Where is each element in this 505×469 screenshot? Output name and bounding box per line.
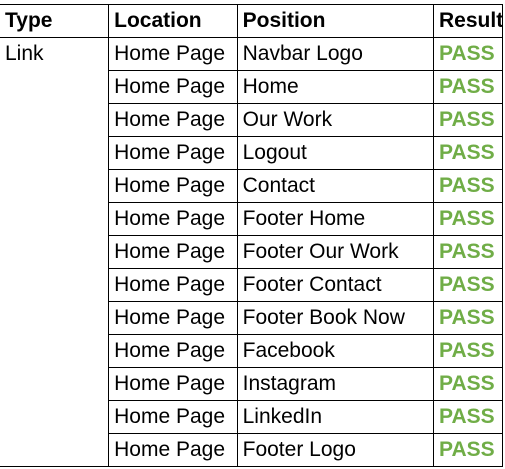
cell-type <box>0 136 110 170</box>
cell-type <box>0 268 110 302</box>
cell-location: Home Page <box>108 268 238 302</box>
cell-position: Facebook <box>237 334 435 368</box>
cell-location: Home Page <box>108 400 238 434</box>
table-row: Home Page Logout PASS <box>0 136 503 170</box>
cell-result: PASS <box>433 301 503 335</box>
cell-location: Home Page <box>108 136 238 170</box>
cell-location: Home Page <box>108 103 238 137</box>
header-row: Type Location Position Result <box>0 4 503 38</box>
cell-location: Home Page <box>108 202 238 236</box>
cell-position: Logout <box>237 136 435 170</box>
table-row: Home Page Footer Home PASS <box>0 202 503 236</box>
table-row: Home Page Footer Logo PASS <box>0 433 503 467</box>
cell-type <box>0 235 110 269</box>
cell-location: Home Page <box>108 169 238 203</box>
cell-result: PASS <box>433 268 503 302</box>
table-row: Home Page LinkedIn PASS <box>0 400 503 434</box>
table-row: Home Page Footer Our Work PASS <box>0 235 503 269</box>
table-row: Home Page Instagram PASS <box>0 367 503 401</box>
cell-position: Navbar Logo <box>237 37 435 71</box>
cell-position: LinkedIn <box>237 400 435 434</box>
cell-type: Link <box>0 37 110 71</box>
cell-result: PASS <box>433 202 503 236</box>
cell-result: PASS <box>433 400 503 434</box>
cell-position: Footer Home <box>237 202 435 236</box>
cell-position: Footer Our Work <box>237 235 435 269</box>
cell-result: PASS <box>433 235 503 269</box>
cell-position: Home <box>237 70 435 104</box>
cell-location: Home Page <box>108 301 238 335</box>
cell-location: Home Page <box>108 70 238 104</box>
table-row: Home Page Facebook PASS <box>0 334 503 368</box>
cell-result: PASS <box>433 433 503 467</box>
cell-type <box>0 103 110 137</box>
cell-location: Home Page <box>108 235 238 269</box>
cell-type <box>0 301 110 335</box>
table-row: Home Page Home PASS <box>0 70 503 104</box>
cell-type <box>0 367 110 401</box>
cell-location: Home Page <box>108 334 238 368</box>
header-position: Position <box>237 4 435 38</box>
cell-location: Home Page <box>108 367 238 401</box>
cell-type <box>0 169 110 203</box>
table-row: Link Home Page Navbar Logo PASS <box>0 37 503 71</box>
cell-result: PASS <box>433 367 503 401</box>
table-row: Home Page Contact PASS <box>0 169 503 203</box>
cell-position: Footer Book Now <box>237 301 435 335</box>
cell-type <box>0 202 110 236</box>
cell-result: PASS <box>433 37 503 71</box>
cell-position: Instagram <box>237 367 435 401</box>
header-type: Type <box>0 4 110 38</box>
cell-type <box>0 334 110 368</box>
cell-position: Our Work <box>237 103 435 137</box>
cell-location: Home Page <box>108 37 238 71</box>
cell-position: Contact <box>237 169 435 203</box>
table-row: Home Page Our Work PASS <box>0 103 503 137</box>
cell-position: Footer Logo <box>237 433 435 467</box>
cell-result: PASS <box>433 136 503 170</box>
cell-result: PASS <box>433 70 503 104</box>
cell-result: PASS <box>433 334 503 368</box>
header-result: Result <box>433 4 503 38</box>
table-body: Link Home Page Navbar Logo PASS Home Page Hom… <box>0 37 503 467</box>
cell-result: PASS <box>433 103 503 137</box>
header-location: Location <box>108 4 238 38</box>
cell-type <box>0 433 110 467</box>
cell-type <box>0 70 110 104</box>
cell-position: Footer Contact <box>237 268 435 302</box>
table-row: Home Page Footer Book Now PASS <box>0 301 503 335</box>
table-row: Home Page Footer Contact PASS <box>0 268 503 302</box>
test-results-table: Type Location Position Result Link Home P… <box>0 4 503 467</box>
cell-location: Home Page <box>108 433 238 467</box>
cell-result: PASS <box>433 169 503 203</box>
cell-type <box>0 400 110 434</box>
